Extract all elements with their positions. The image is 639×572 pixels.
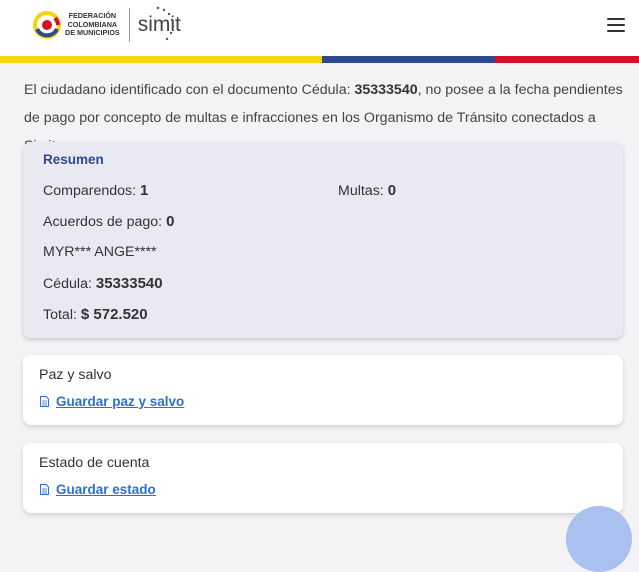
multas-row: Multas: 0 (338, 182, 396, 199)
guardar-paz-y-salvo-link[interactable]: Guardar paz y salvo (40, 394, 184, 409)
multas-value: 0 (387, 182, 397, 199)
guardar-paz-y-salvo-text[interactable]: Guardar paz y salvo (56, 394, 184, 409)
flag-stripe-red (495, 56, 639, 63)
estado-cuenta-title: Estado de cuenta (39, 455, 150, 471)
simit-dots-icon (156, 6, 174, 41)
citizen-name: MYR*** ANGE**** (43, 244, 157, 260)
total-label: Total: (43, 307, 77, 323)
cedula-label: Cédula: (43, 276, 92, 292)
simit-logo: simit (138, 6, 181, 41)
guardar-estado-text[interactable]: Guardar estado (56, 482, 156, 497)
logo-line-3: de Municipios (65, 28, 120, 38)
estado-cuenta-card: Estado de cuenta Guardar estado (23, 443, 623, 513)
paz-y-salvo-card: Paz y salvo Guardar paz y salvo (23, 355, 623, 425)
comparendos-value: 1 (140, 182, 149, 199)
fcm-logo[interactable]: Federación Colombiana de Municipios simi… (33, 6, 181, 42)
cedula-row: Cédula: 35333540 (43, 275, 163, 292)
acuerdos-label: Acuerdos de pago: (43, 214, 163, 230)
top-header: Federación Colombiana de Municipios simi… (0, 0, 639, 56)
guardar-estado-link[interactable]: Guardar estado (40, 482, 156, 497)
multas-label: Multas: (338, 183, 384, 199)
flag-stripe-blue (322, 56, 495, 63)
total-row: Total: $ 572.520 (43, 306, 148, 323)
comparendos-label: Comparendos: (43, 183, 137, 199)
logo-separator (128, 8, 130, 42)
intro-doc-number: 35333540 (354, 82, 418, 98)
cedula-value: 35333540 (95, 275, 163, 292)
comparendos-row: Comparendos: 1 (43, 182, 148, 199)
summary-title: Resumen (43, 152, 104, 167)
hamburger-menu-icon[interactable] (607, 18, 625, 34)
paz-y-salvo-title: Paz y salvo (39, 367, 112, 383)
fcm-emblem-icon (33, 11, 61, 39)
flag-stripe-yellow (0, 56, 322, 63)
floating-action-button[interactable] (566, 506, 632, 572)
acuerdos-value: 0 (166, 213, 175, 230)
total-value: $ 572.520 (80, 306, 148, 323)
acuerdos-row: Acuerdos de pago: 0 (43, 213, 174, 230)
intro-text-1: El ciudadano identificado con el documen… (24, 82, 355, 98)
document-icon (40, 484, 49, 495)
citizen-name-text: MYR*** ANGE**** (43, 244, 157, 260)
summary-card: Resumen Comparendos: 1 Multas: 0 Acuerdo… (23, 142, 623, 338)
document-icon (40, 396, 49, 407)
fcm-logo-text: Federación Colombiana de Municipios (65, 12, 120, 38)
